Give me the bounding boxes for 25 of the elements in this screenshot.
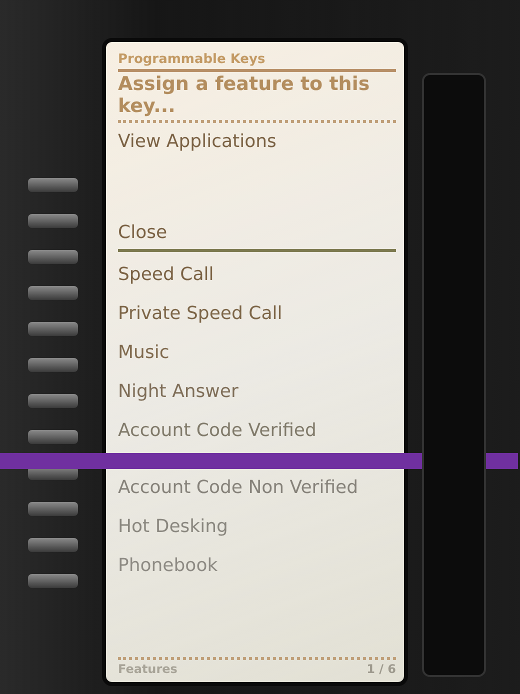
line-key[interactable] — [28, 322, 78, 336]
feature-item[interactable]: Private Speed Call — [118, 292, 396, 332]
line-key[interactable] — [28, 358, 78, 372]
feature-item[interactable]: Night Answer — [118, 370, 396, 410]
line-key[interactable] — [28, 574, 78, 588]
feature-item[interactable]: Account Code Verified — [118, 410, 396, 449]
screen-title: Programmable Keys — [118, 52, 266, 67]
line-key[interactable] — [28, 538, 78, 552]
feature-item[interactable]: Music — [118, 332, 396, 371]
line-key[interactable] — [28, 394, 78, 408]
prompt-text: Assign a feature to this key... — [118, 74, 371, 118]
feature-item[interactable]: Speed Call — [118, 254, 396, 293]
menu-item[interactable]: Close — [118, 210, 396, 243]
feature-item[interactable]: Account Code Non Verified — [118, 466, 396, 506]
menu-item[interactable]: View Applications — [118, 124, 396, 152]
feature-item[interactable]: Hot Desking — [118, 506, 396, 545]
line-key[interactable] — [28, 214, 78, 228]
line-key[interactable] — [28, 286, 78, 300]
feature-item[interactable]: Phonebook — [118, 544, 396, 584]
line-key[interactable] — [28, 178, 78, 192]
page-indicator: 1 / 6 — [366, 662, 396, 676]
line-key[interactable] — [28, 430, 78, 444]
line-key[interactable] — [28, 250, 78, 264]
line-key[interactable] — [28, 502, 78, 516]
footer-label: Features — [118, 662, 178, 676]
